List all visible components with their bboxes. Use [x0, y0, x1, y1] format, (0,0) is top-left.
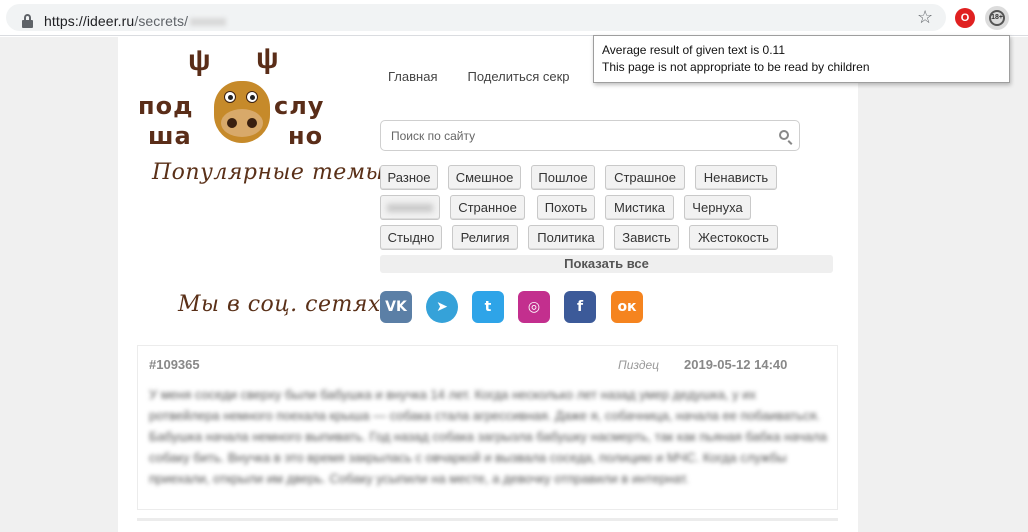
adblock-extension-icon[interactable]: O: [955, 8, 975, 28]
facebook-icon[interactable]: f: [564, 291, 596, 323]
url-redacted: [190, 18, 227, 27]
show-all-button[interactable]: Показать все: [380, 255, 833, 273]
tag-button[interactable]: Религия: [452, 225, 518, 250]
nav-share-secret[interactable]: Поделиться секр: [467, 69, 569, 84]
tag-button[interactable]: Странное: [450, 195, 525, 220]
post-text: У меня соседи сверху были бабушка и внуч…: [149, 387, 827, 486]
tag-button[interactable]: Жестокость: [689, 225, 778, 250]
logo-word-3: ша: [148, 122, 192, 150]
tag-button[interactable]: Разное: [380, 165, 438, 190]
search-icon[interactable]: [779, 130, 789, 140]
twitter-icon[interactable]: t: [472, 291, 504, 323]
tag-button[interactable]: Ненависть: [695, 165, 777, 190]
tag-button[interactable]: Мистика: [605, 195, 674, 220]
instagram-icon[interactable]: ◎: [518, 291, 550, 323]
bookmark-star-icon[interactable]: ☆: [917, 7, 933, 27]
moose-mascot-icon: [214, 81, 270, 143]
tooltip-line-1: Average result of given text is 0.11: [602, 43, 785, 57]
tag-button[interactable]: Смешное: [448, 165, 521, 190]
search-placeholder: Поиск по сайту: [391, 129, 476, 143]
tag-button[interactable]: Политика: [528, 225, 604, 250]
left-antler-icon: ψ: [188, 44, 211, 77]
tag-button[interactable]: Стыдно: [380, 225, 442, 250]
right-antler-icon: ψ: [256, 42, 279, 75]
post-card: #109365 Пиздец 2019-05-12 14:40 У меня с…: [137, 345, 838, 510]
browser-toolbar: https://ideer.ru/secrets/ ☆ O 18+: [0, 0, 1028, 36]
tooltip-line-2: This page is not appropriate to be read …: [602, 60, 870, 74]
site-logo[interactable]: ψ ψ под слу ша но: [138, 42, 348, 153]
post-divider: [137, 518, 838, 521]
logo-word-2: слу: [274, 92, 325, 120]
extension-tooltip: Average result of given text is 0.11 Thi…: [593, 35, 1010, 83]
age-rating-extension-icon[interactable]: 18+: [985, 6, 1009, 30]
logo-word-1: под: [138, 92, 194, 120]
tag-button-redacted[interactable]: [380, 195, 440, 220]
search-input[interactable]: Поиск по сайту: [380, 120, 800, 151]
url-host: https://ideer.ru: [44, 13, 135, 29]
post-date: 2019-05-12 14:40: [684, 357, 788, 372]
post-id[interactable]: #109365: [149, 357, 200, 372]
top-nav: Главная Поделиться секр: [388, 69, 600, 84]
lock-icon: [22, 14, 33, 28]
age-rating-label: 18+: [989, 10, 1005, 26]
telegram-icon[interactable]: ➤: [426, 291, 458, 323]
vk-icon[interactable]: VK: [380, 291, 412, 323]
post-category[interactable]: Пиздец: [618, 358, 659, 372]
url-path: /secrets/: [134, 13, 189, 29]
tag-button[interactable]: Зависть: [614, 225, 679, 250]
odnoklassniki-icon[interactable]: ок: [611, 291, 643, 323]
url-text[interactable]: https://ideer.ru/secrets/: [44, 13, 227, 29]
tag-button[interactable]: Чернуха: [684, 195, 751, 220]
popular-topics-title: Популярные темы:: [152, 160, 392, 185]
tag-button[interactable]: Похоть: [537, 195, 595, 220]
social-title: Мы в соц. сетях:: [178, 292, 389, 317]
logo-word-4: но: [288, 122, 324, 150]
tag-button[interactable]: Пошлое: [531, 165, 595, 190]
nav-home[interactable]: Главная: [388, 69, 437, 84]
tag-button[interactable]: Страшное: [605, 165, 685, 190]
address-bar[interactable]: https://ideer.ru/secrets/: [6, 4, 946, 31]
